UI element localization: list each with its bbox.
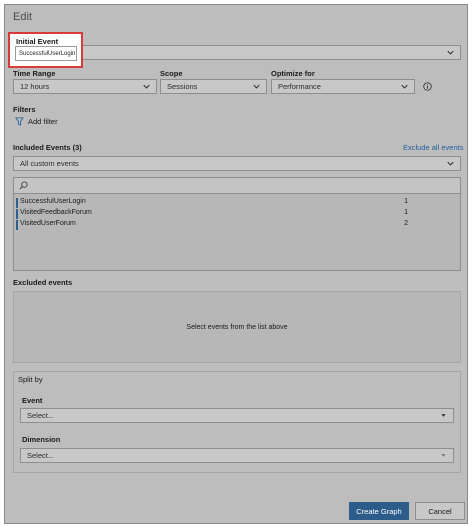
chevron-down-icon	[441, 414, 446, 417]
info-icon[interactable]	[423, 82, 432, 91]
create-graph-button[interactable]: Create Graph	[349, 502, 409, 520]
excluded-events-label: Excluded events	[13, 278, 73, 287]
scope-value: Sessions	[167, 82, 198, 91]
chevron-down-icon	[143, 84, 150, 89]
chevron-down-icon	[441, 454, 446, 457]
cancel-button[interactable]: Cancel	[415, 502, 465, 520]
split-event-placeholder: Select...	[27, 411, 55, 420]
chevron-down-icon	[447, 50, 454, 55]
scope-label: Scope	[160, 69, 183, 78]
split-by-section: Split by Event Select... Dimension Selec…	[13, 371, 461, 473]
add-filter-button[interactable]: Add filter	[15, 117, 58, 126]
split-by-label: Split by	[18, 375, 43, 384]
list-item[interactable]: VisitedFeedbackForum 1	[16, 209, 458, 219]
event-count: 1	[404, 209, 408, 216]
included-events-list: SuccessfulUserLogin 1 VisitedFeedbackFor…	[13, 177, 461, 271]
split-event-label: Event	[22, 396, 43, 405]
included-events-dropdown[interactable]: All custom events	[13, 156, 461, 171]
initial-event-input[interactable]: SuccessfulUserLogin	[15, 46, 77, 61]
time-range-dropdown[interactable]: 12 hours	[13, 79, 157, 94]
chevron-down-icon	[401, 84, 408, 89]
filters-label: Filters	[13, 105, 36, 114]
excluded-events-list: Select events from the list above	[13, 291, 461, 363]
list-item[interactable]: VisitedUserForum 2	[16, 220, 458, 230]
split-dimension-dropdown[interactable]: Select...	[20, 448, 454, 463]
event-name: SuccessfulUserLogin	[20, 198, 86, 205]
dialog-title: Edit	[13, 11, 32, 23]
split-event-dropdown[interactable]: Select...	[20, 408, 454, 423]
time-range-value: 12 hours	[20, 82, 50, 91]
search-icon	[19, 181, 28, 190]
exclude-all-link[interactable]: Exclude all events	[403, 143, 463, 152]
event-name: VisitedUserForum	[20, 220, 76, 227]
initial-event-label: Initial Event	[16, 37, 59, 46]
scope-dropdown[interactable]: Sessions	[160, 79, 267, 94]
event-name: VisitedFeedbackForum	[20, 209, 92, 216]
event-count: 1	[404, 198, 408, 205]
optimize-for-value: Performance	[278, 82, 321, 91]
event-search-input[interactable]	[14, 178, 460, 194]
excluded-empty-text: Select events from the list above	[186, 323, 288, 331]
chevron-down-icon	[253, 84, 260, 89]
split-dimension-label: Dimension	[22, 435, 61, 444]
split-dimension-placeholder: Select...	[27, 451, 55, 460]
event-count: 2	[404, 220, 408, 227]
list-item[interactable]: SuccessfulUserLogin 1	[16, 198, 458, 208]
edit-dialog: Edit Initial Event SuccessfulUserLogin T…	[4, 4, 468, 524]
chevron-down-icon	[447, 161, 454, 166]
initial-event-highlight: Initial Event SuccessfulUserLogin	[8, 32, 83, 68]
optimize-for-label: Optimize for	[271, 69, 315, 78]
included-events-label: Included Events (3)	[13, 143, 82, 152]
filter-icon	[15, 117, 24, 126]
initial-event-value: SuccessfulUserLogin	[19, 50, 76, 57]
add-filter-label: Add filter	[28, 117, 58, 126]
included-events-dropdown-value: All custom events	[20, 159, 79, 168]
time-range-label: Time Range	[13, 69, 56, 78]
optimize-for-dropdown[interactable]: Performance	[271, 79, 415, 94]
